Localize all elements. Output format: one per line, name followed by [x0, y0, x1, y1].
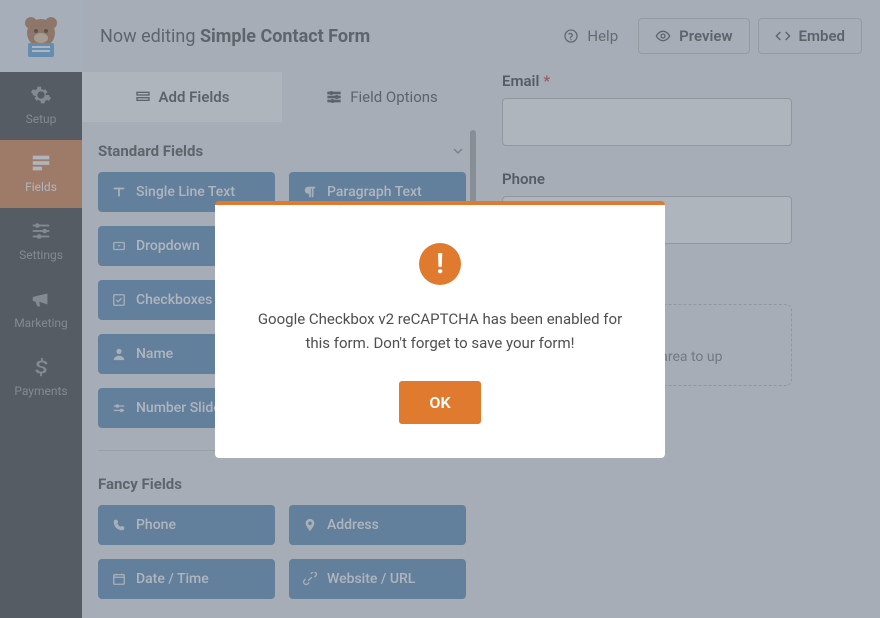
- ok-button[interactable]: OK: [399, 381, 480, 424]
- modal-overlay[interactable]: ! Google Checkbox v2 reCAPTCHA has been …: [0, 0, 880, 618]
- alert-icon: !: [419, 243, 461, 285]
- modal-message: Google Checkbox v2 reCAPTCHA has been en…: [245, 307, 635, 355]
- recaptcha-modal: ! Google Checkbox v2 reCAPTCHA has been …: [215, 201, 665, 458]
